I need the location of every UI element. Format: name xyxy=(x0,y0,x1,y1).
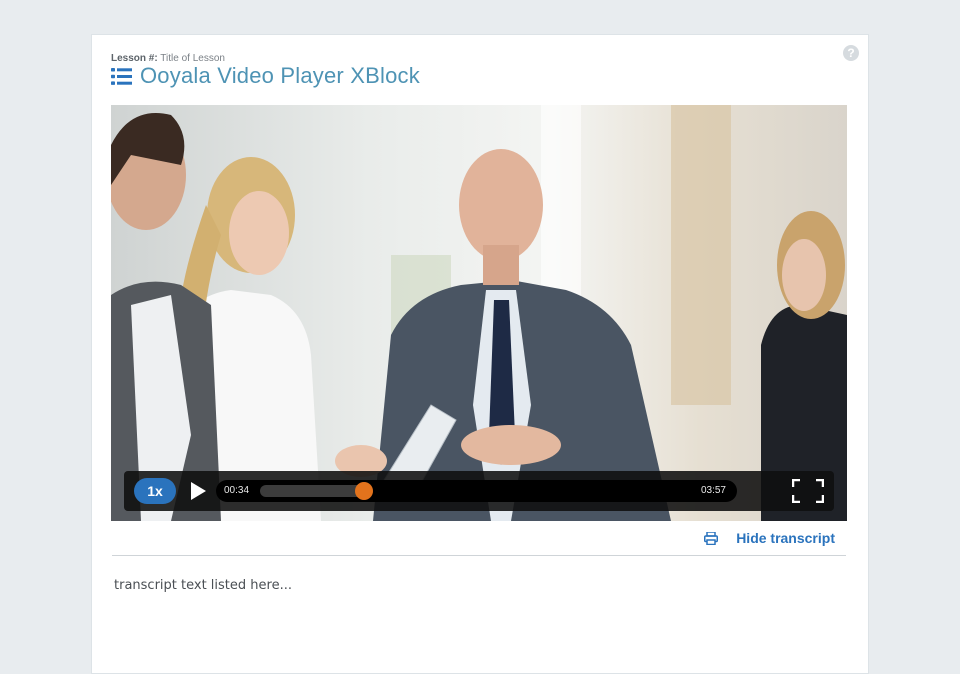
current-time: 00:34 xyxy=(224,485,250,496)
transcript-divider xyxy=(112,555,846,556)
list-icon[interactable] xyxy=(111,67,132,85)
play-icon[interactable] xyxy=(188,481,208,501)
progress-handle[interactable] xyxy=(354,482,373,500)
fullscreen-icon[interactable] xyxy=(792,479,824,503)
duration-time: 03:57 xyxy=(700,485,726,496)
xblock-card: ? Lesson #: Title of Lesson Ooyala Video… xyxy=(91,34,869,674)
player-controls: 1x 00:34 03:57 xyxy=(124,471,834,511)
video-player[interactable]: 1x 00:34 03:57 xyxy=(111,105,847,521)
hide-transcript-label[interactable]: Hide transcript xyxy=(736,530,835,546)
transcript-text: transcript text listed here... xyxy=(114,578,292,593)
hide-transcript-button[interactable]: Hide transcript xyxy=(704,530,835,546)
scrubber-bar[interactable]: 00:34 03:57 xyxy=(216,480,737,502)
video-frame xyxy=(111,105,847,521)
progress-track[interactable] xyxy=(260,482,373,500)
speed-button[interactable]: 1x xyxy=(134,478,176,504)
print-icon[interactable] xyxy=(704,531,719,545)
help-icon[interactable]: ? xyxy=(843,45,859,61)
page-title: Ooyala Video Player XBlock xyxy=(140,63,420,88)
title-row: Ooyala Video Player XBlock xyxy=(111,63,420,89)
